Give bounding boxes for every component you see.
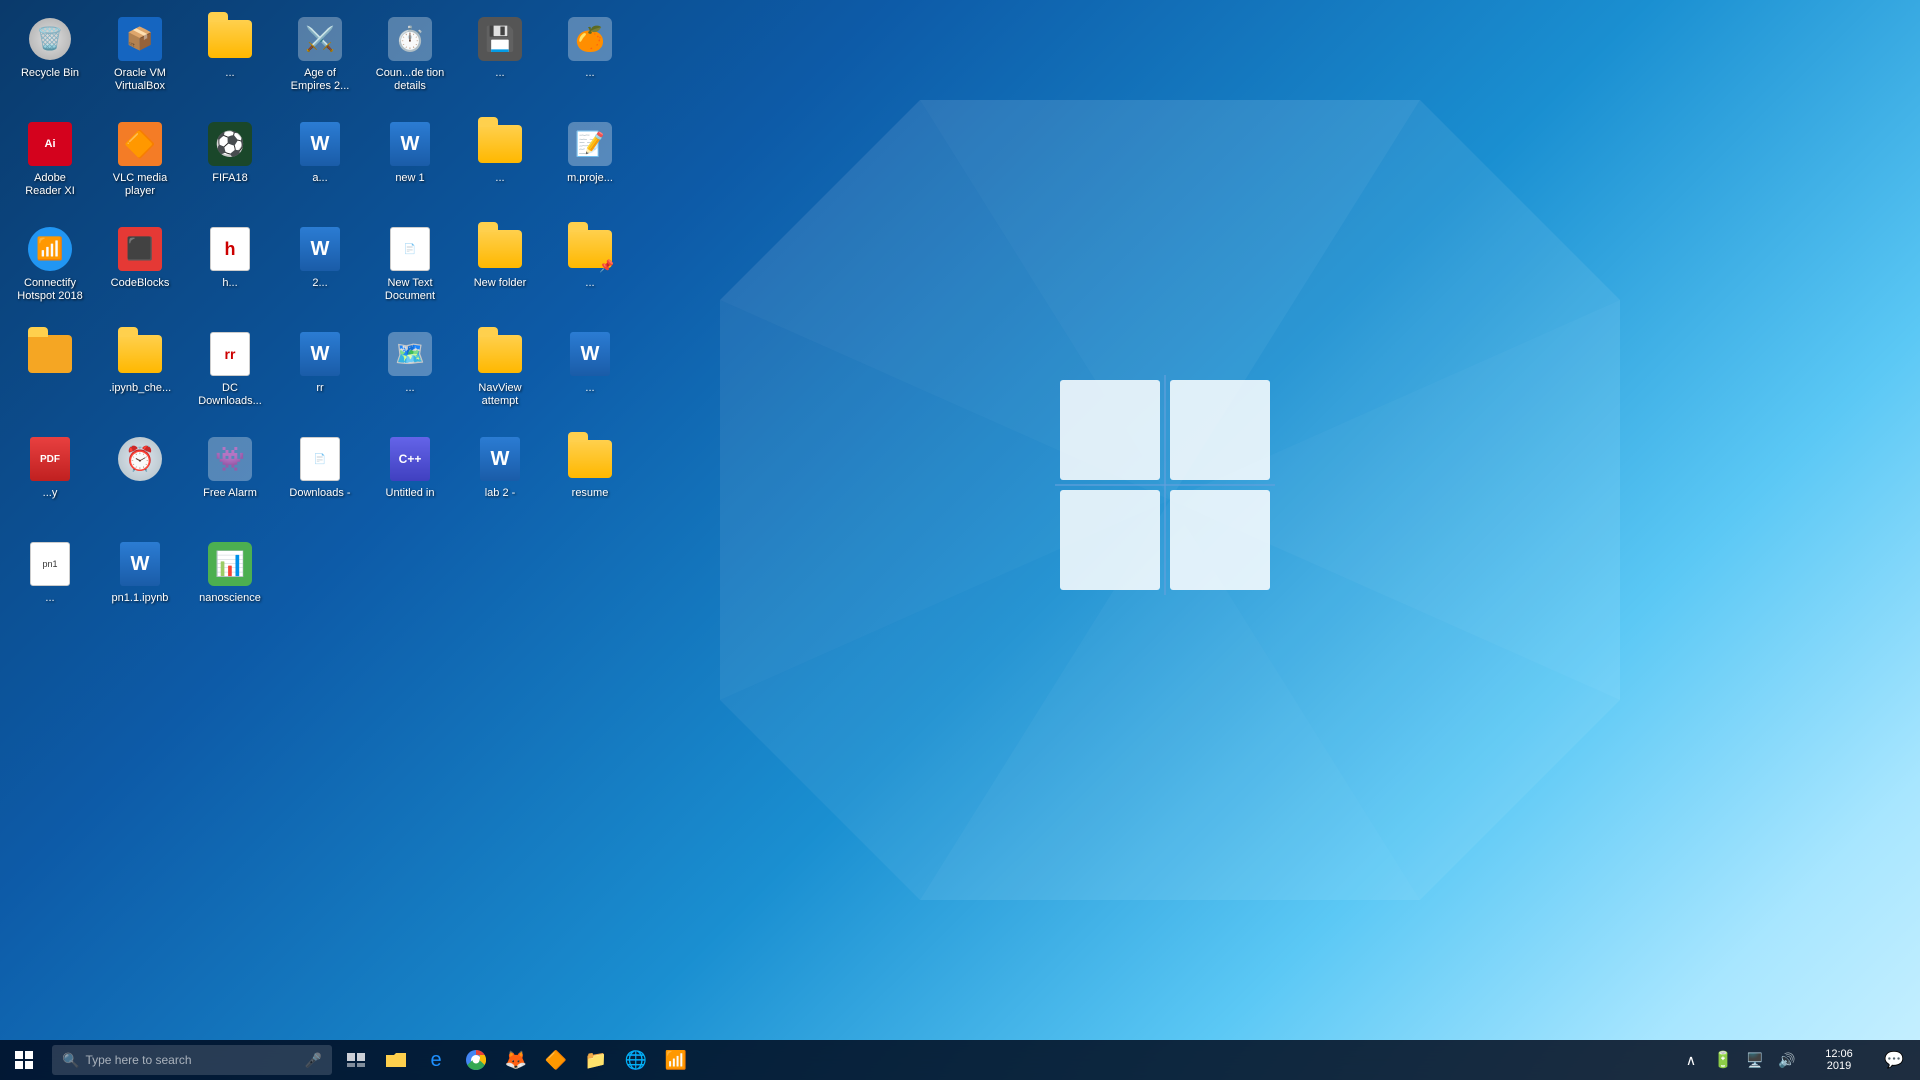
clock-time: 12:06 bbox=[1825, 1048, 1853, 1060]
edge-taskbar[interactable]: e bbox=[416, 1040, 456, 1080]
icon-vlc[interactable]: 🔶 VLC media player bbox=[100, 115, 180, 215]
icon-resume[interactable]: W lab 2 - bbox=[460, 430, 540, 530]
icon-oracle-vm[interactable]: 📦 Oracle VM VirtualBox bbox=[100, 10, 180, 110]
icon-folder-yellow[interactable]: 📌 ... bbox=[550, 220, 630, 320]
task-view-button[interactable] bbox=[336, 1040, 376, 1080]
start-button[interactable] bbox=[0, 1040, 48, 1080]
icon-age-of-empires[interactable]: ⚔️ Age of Empires 2... bbox=[280, 10, 360, 110]
icon-new-text-document[interactable]: 📄 New Text Document bbox=[370, 220, 450, 320]
icon-word-doc4[interactable]: W ... bbox=[550, 325, 630, 425]
search-input[interactable] bbox=[85, 1053, 298, 1067]
icon-downloads[interactable]: 👾 Free Alarm bbox=[190, 430, 270, 530]
icon-navview[interactable]: 🗺️ ... bbox=[370, 325, 450, 425]
icon-diskette[interactable]: 💾 ... bbox=[460, 10, 540, 110]
icon-untitled-in[interactable]: 📄 Downloads - bbox=[280, 430, 360, 530]
icon-adobe-reader[interactable]: Ai Adobe Reader XI bbox=[10, 115, 90, 215]
notification-center[interactable]: 💬 bbox=[1876, 1040, 1912, 1080]
icon-recycle-bin[interactable]: 🗑️ Recycle Bin bbox=[10, 10, 90, 110]
chrome-taskbar[interactable] bbox=[456, 1040, 496, 1080]
vlc-taskbar[interactable]: 🔶 bbox=[536, 1040, 576, 1080]
icon-fruit[interactable]: 🍊 ... bbox=[550, 10, 630, 110]
icon-nanoscience[interactable]: W pn1.1.ipynb bbox=[100, 535, 180, 610]
icon-new1[interactable]: W new 1 bbox=[370, 115, 450, 215]
search-icon: 🔍 bbox=[62, 1052, 79, 1069]
app6-taskbar[interactable]: 📁 bbox=[576, 1040, 616, 1080]
desktop: 🗑️ Recycle Bin 📦 Oracle VM VirtualBox ..… bbox=[0, 0, 1920, 1080]
icon-codeblocks[interactable]: ⬛ CodeBlocks bbox=[100, 220, 180, 320]
windows-logo bbox=[720, 100, 1620, 900]
icon-connectify[interactable]: 📶 Connectify Hotspot 2018 bbox=[10, 220, 90, 320]
taskbar: 🔍 🎤 e bbox=[0, 1040, 1920, 1080]
taskbar-system-tray: ∧ 🔋 🖥️ 🔊 12:06 2019 💬 bbox=[1676, 1040, 1920, 1080]
icon-fifa18[interactable]: ⚽ FIFA18 bbox=[190, 115, 270, 215]
clock-date: 2019 bbox=[1827, 1060, 1851, 1072]
app7-taskbar[interactable]: 🌐 bbox=[616, 1040, 656, 1080]
file-explorer-taskbar[interactable] bbox=[376, 1040, 416, 1080]
taskbar-search[interactable]: 🔍 🎤 bbox=[52, 1045, 332, 1075]
app8-taskbar[interactable]: 📶 bbox=[656, 1040, 696, 1080]
icon-rr[interactable]: rr DC Downloads... bbox=[190, 325, 270, 425]
microphone-icon[interactable]: 🎤 bbox=[305, 1052, 322, 1069]
icon-new-folder[interactable]: New folder bbox=[460, 220, 540, 320]
volume-icon[interactable]: 🔊 bbox=[1772, 1040, 1802, 1080]
icon-word-doc1[interactable]: W a... bbox=[280, 115, 360, 215]
icon-word-doc3[interactable]: W rr bbox=[280, 325, 360, 425]
network-icon[interactable]: 🖥️ bbox=[1740, 1040, 1770, 1080]
icon-folder3[interactable]: resume bbox=[550, 430, 630, 530]
tray-expand[interactable]: ∧ bbox=[1676, 1040, 1706, 1080]
icon-folder-1[interactable]: ... bbox=[190, 10, 270, 110]
icon-countdown[interactable]: ⏱️ Coun...de tion details bbox=[370, 10, 450, 110]
firefox-taskbar[interactable]: 🦊 bbox=[496, 1040, 536, 1080]
icon-solar-power[interactable]: PDF ...y bbox=[10, 430, 90, 530]
icon-pn1-ipynb[interactable]: pn1 ... bbox=[10, 535, 90, 610]
clock[interactable]: 12:06 2019 bbox=[1804, 1040, 1874, 1080]
icon-note-proj[interactable]: 📝 m.proje... bbox=[550, 115, 630, 215]
icon-ipynb[interactable] bbox=[10, 325, 90, 425]
icon-word-doc2[interactable]: W 2... bbox=[280, 220, 360, 320]
icon-folder-proj[interactable]: ... bbox=[460, 115, 540, 215]
icon-free-alarm[interactable]: ⏰ bbox=[100, 430, 180, 530]
icon-dc-downloads[interactable]: .ipynb_che... bbox=[100, 325, 180, 425]
icon-cpp-lab[interactable]: C++ Untitled in bbox=[370, 430, 450, 530]
battery-icon[interactable]: 🔋 bbox=[1708, 1040, 1738, 1080]
icon-txt-h[interactable]: h h... bbox=[190, 220, 270, 320]
icon-folder2[interactable]: NavView attempt bbox=[460, 325, 540, 425]
desktop-icon-grid: 🗑️ Recycle Bin 📦 Oracle VM VirtualBox ..… bbox=[0, 0, 645, 620]
icon-ver1[interactable]: 📊 nanoscience bbox=[190, 535, 270, 610]
